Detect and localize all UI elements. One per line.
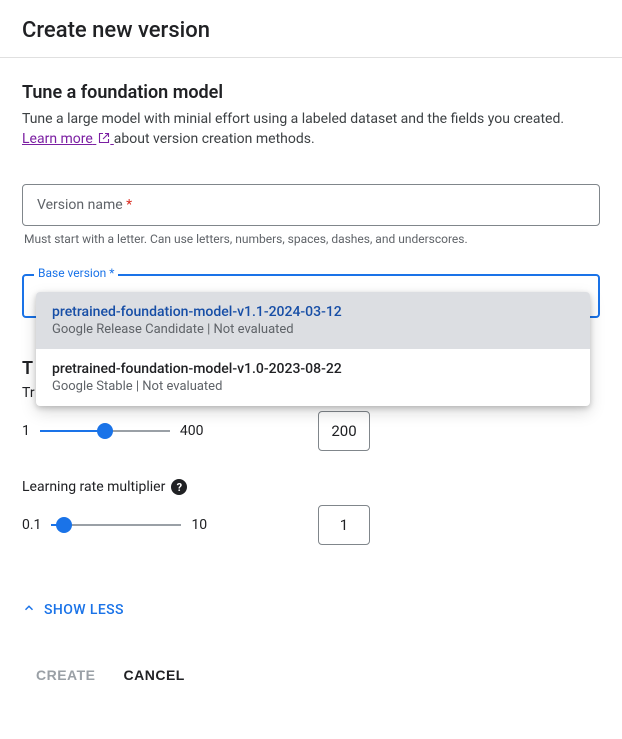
train-steps-min: 1 <box>22 423 30 439</box>
section-description: Tune a large model with minial effort us… <box>22 111 600 127</box>
train-steps-value: 200 <box>331 422 356 440</box>
form-area: Version name * Must start with a letter.… <box>22 184 600 619</box>
learning-rate-min: 0.1 <box>22 517 41 533</box>
version-name-hint: Must start with a letter. Can use letter… <box>24 232 598 246</box>
learning-rate-label: Learning rate multiplier <box>22 479 165 495</box>
action-bar: CREATE CANCEL <box>0 619 622 703</box>
learning-rate-row: 0.1 10 1 <box>22 505 600 545</box>
learning-rate-input[interactable]: 1 <box>318 505 370 545</box>
section-desc-text: Tune a large model with minial effort us… <box>22 111 564 127</box>
section-learn-row: Learn more about version creation method… <box>22 131 600 148</box>
content-area: Tune a foundation model Tune a large mod… <box>0 58 622 619</box>
learning-rate-slider-group: 0.1 10 <box>22 516 207 534</box>
train-steps-input[interactable]: 200 <box>318 411 370 451</box>
chevron-up-icon <box>22 601 36 619</box>
slider-thumb[interactable] <box>56 517 72 533</box>
learning-rate-max: 10 <box>191 517 207 533</box>
learning-rate-label-row: Learning rate multiplier ? <box>22 479 600 495</box>
dropdown-option[interactable]: pretrained-foundation-model-v1.0-2023-08… <box>36 349 590 406</box>
option-title: pretrained-foundation-model-v1.0-2023-08… <box>52 361 574 377</box>
base-version-field: Base version * pretrained-foundation-mod… <box>22 274 600 318</box>
dropdown-option[interactable]: pretrained-foundation-model-v1.1-2024-03… <box>36 292 590 349</box>
slider-thumb[interactable] <box>97 423 113 439</box>
train-steps-slider-group: 1 400 <box>22 422 203 440</box>
section-title: Tune a foundation model <box>22 82 600 103</box>
option-subtitle: Google Stable | Not evaluated <box>52 379 574 394</box>
learn-more-link[interactable]: Learn more <box>22 131 114 147</box>
show-less-label: SHOW LESS <box>44 602 124 618</box>
slider-fill <box>40 430 105 432</box>
learning-rate-value: 1 <box>340 516 348 534</box>
create-button[interactable]: CREATE <box>36 667 96 683</box>
learning-rate-slider[interactable] <box>51 516 181 534</box>
help-icon[interactable]: ? <box>171 479 187 495</box>
option-title: pretrained-foundation-model-v1.1-2024-03… <box>52 304 574 320</box>
option-subtitle: Google Release Candidate | Not evaluated <box>52 322 574 337</box>
external-link-icon <box>98 132 110 148</box>
learn-more-text: Learn more <box>22 131 93 147</box>
version-name-label: Version name * <box>37 197 132 213</box>
base-version-dropdown: pretrained-foundation-model-v1.1-2024-03… <box>36 292 590 406</box>
train-steps-slider[interactable] <box>40 422 170 440</box>
train-steps-row: 1 400 200 <box>22 411 600 451</box>
show-less-toggle[interactable]: SHOW LESS <box>22 601 124 619</box>
page-header: Create new version <box>0 0 622 58</box>
train-steps-max: 400 <box>180 423 204 439</box>
base-version-label: Base version * <box>34 266 118 280</box>
version-name-input[interactable]: Version name * <box>22 184 600 226</box>
after-link-text: about version creation methods. <box>114 131 315 147</box>
page-title: Create new version <box>22 18 600 43</box>
cancel-button[interactable]: CANCEL <box>124 667 185 683</box>
